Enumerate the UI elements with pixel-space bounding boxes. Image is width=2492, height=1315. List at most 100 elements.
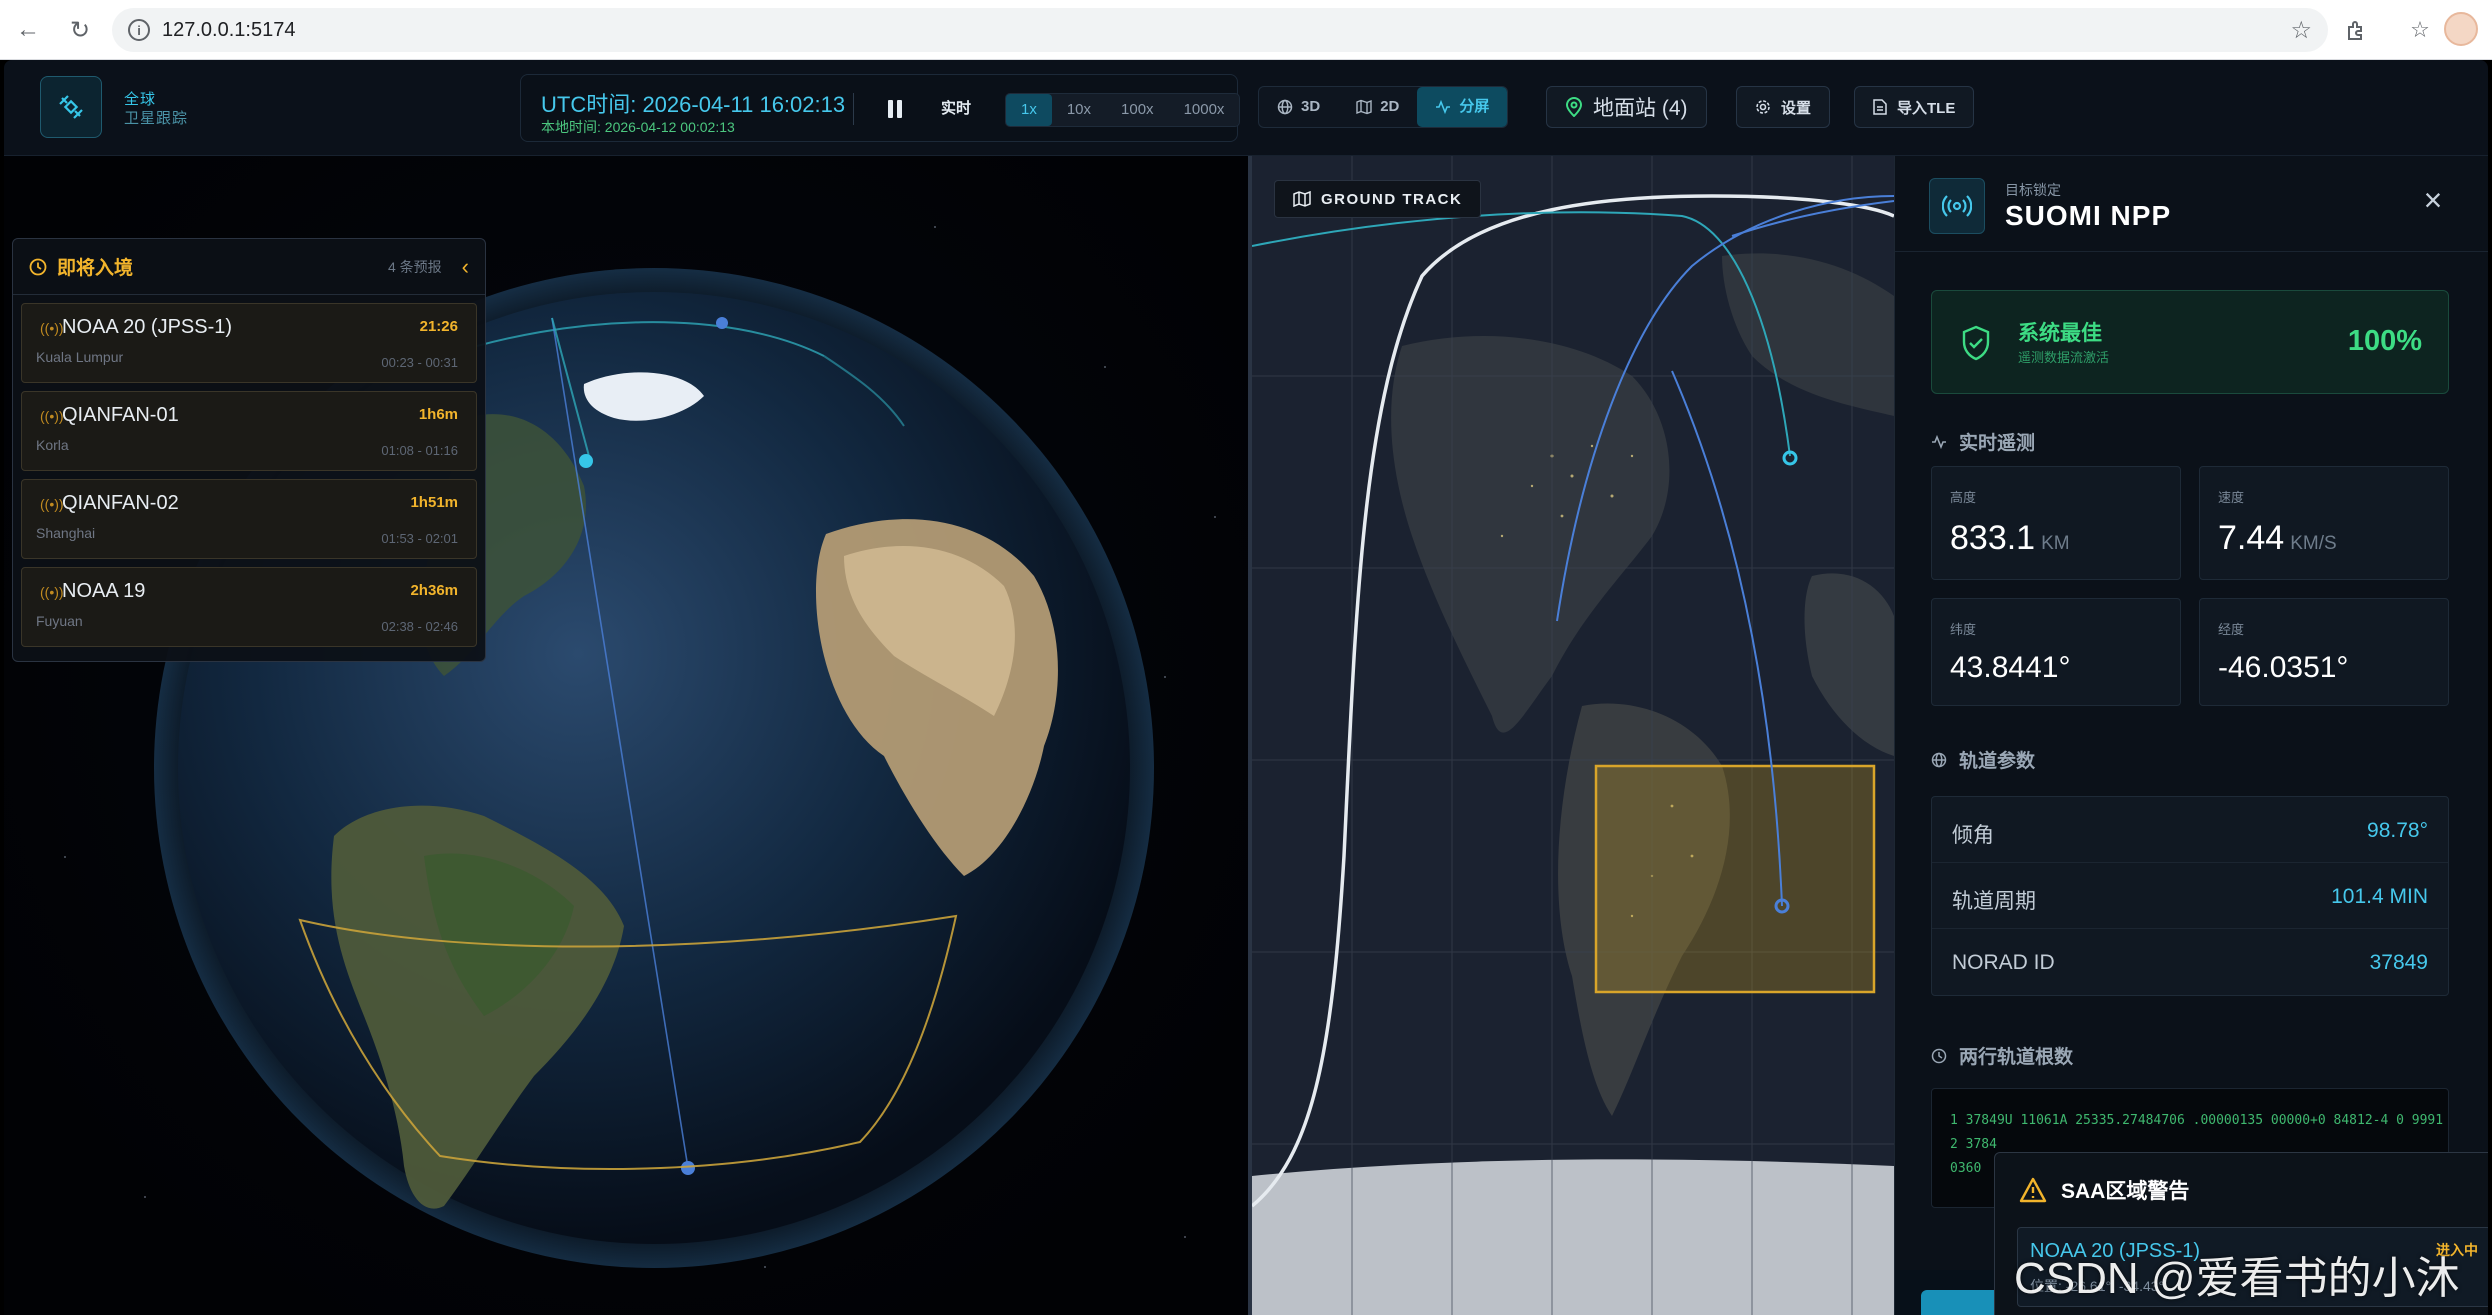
pass-satellite-name: NOAA 20 (JPSS-1) bbox=[62, 316, 233, 338]
pass-satellite-name: QIANFAN-02 bbox=[62, 492, 179, 514]
activity-icon bbox=[1436, 99, 1451, 115]
orbit-title: 轨道参数 bbox=[1959, 751, 2036, 772]
view-mode-selector: 3D 2D 分屏 bbox=[1258, 86, 1509, 128]
globe-icon bbox=[1277, 99, 1293, 115]
telemetry-latitude: 纬度 43.8441° bbox=[1931, 598, 2181, 706]
map-icon bbox=[1293, 191, 1311, 207]
ground-track-text: GROUND TRACK bbox=[1321, 190, 1463, 208]
view-3d-label: 3D bbox=[1301, 98, 1321, 115]
list-item[interactable]: ((•)) NOAA 19 Fuyuan 2h36m 02:38 - 02:46 bbox=[21, 567, 477, 647]
speed-1000x-button[interactable]: 1000x bbox=[1169, 94, 1240, 126]
speed-selector: 1x 10x 100x 1000x bbox=[1005, 93, 1241, 127]
file-icon bbox=[1873, 99, 1887, 115]
map-pin-icon bbox=[1565, 97, 1583, 117]
tle-section-title: 两行轨道根数 bbox=[1931, 1042, 2073, 1069]
settings-label: 设置 bbox=[1781, 99, 1812, 117]
import-tle-label: 导入TLE bbox=[1897, 99, 1956, 117]
pause-button[interactable] bbox=[881, 95, 909, 123]
status-title: 系统最佳 bbox=[2018, 322, 2102, 345]
param-value: 37849 bbox=[2369, 951, 2428, 974]
satellite-marker bbox=[579, 454, 593, 468]
target-caption: 目标锁定 bbox=[2005, 182, 2061, 198]
antenna-icon: ((•)) bbox=[40, 320, 64, 336]
telemetry-velocity: 速度 7.44 KM/S bbox=[2199, 466, 2449, 580]
brand-line1: 全球 bbox=[124, 91, 157, 108]
target-info-panel: 目标锁定 SUOMI NPP × 系统最佳 遥测数据流激活 100% 实时遥测 … bbox=[1894, 156, 2488, 1315]
clock-icon bbox=[29, 258, 47, 275]
collapse-chevron-icon[interactable]: ‹ bbox=[462, 254, 469, 280]
pass-satellite-name: QIANFAN-01 bbox=[62, 404, 179, 426]
extensions-icon[interactable] bbox=[2340, 14, 2372, 46]
table-row: NORAD ID 37849 bbox=[1932, 929, 2448, 995]
table-row: 轨道周期 101.4 MIN bbox=[1932, 863, 2448, 929]
upcoming-passes-panel: 即将入境 4 条预报 ‹ ((•)) NOAA 20 (JPSS-1) Kual… bbox=[12, 238, 486, 662]
telemetry-section-title: 实时遥测 bbox=[1931, 428, 2035, 455]
list-item[interactable]: ((•)) NOAA 20 (JPSS-1) Kuala Lumpur 21:2… bbox=[21, 303, 477, 383]
antenna-icon: ((•)) bbox=[40, 584, 64, 600]
globe-3d-view[interactable]: 即将入境 4 条预报 ‹ ((•)) NOAA 20 (JPSS-1) Kual… bbox=[4, 156, 1248, 1315]
clock-icon bbox=[1931, 1048, 1947, 1063]
pass-eta: 1h6m bbox=[418, 406, 458, 423]
satellite-signal-icon bbox=[1929, 178, 1985, 234]
upcoming-count: 4 条预报 bbox=[387, 258, 442, 275]
telemetry-longitude: 经度 -46.0351° bbox=[2199, 598, 2449, 706]
address-bar[interactable]: i 127.0.0.1:5174 ☆ bbox=[112, 8, 2328, 52]
telemetry-label: 经度 bbox=[2218, 622, 2245, 637]
saa-header: SAA区域警告 bbox=[2019, 1175, 2189, 1205]
antenna-icon: ((•)) bbox=[40, 496, 64, 512]
watermark-text: CSDN @爱看书的小沐 bbox=[2014, 1254, 2460, 1303]
satellite-logo-icon bbox=[40, 76, 102, 138]
telemetry-label: 纬度 bbox=[1950, 622, 1977, 637]
pass-eta: 2h36m bbox=[410, 582, 458, 599]
app-window: 全球 卫星跟踪 UTC时间: 2026-04-11 16:02:13 本地时间:… bbox=[4, 60, 2488, 1315]
view-split-button[interactable]: 分屏 bbox=[1417, 87, 1508, 127]
ground-stations-button[interactable]: 地面站 (4) bbox=[1546, 86, 1707, 128]
upcoming-header: 即将入境 4 条预报 ‹ bbox=[13, 239, 485, 295]
tle-line1: 1 37849U 11061A 25335.27484706 .00000135… bbox=[1950, 1113, 2444, 1128]
realtime-button[interactable]: 实时 bbox=[941, 97, 971, 118]
pass-eta: 21:26 bbox=[419, 318, 458, 335]
shield-check-icon bbox=[1962, 325, 1990, 361]
map-canvas bbox=[1252, 156, 1894, 1315]
import-tle-button[interactable]: 导入TLE bbox=[1854, 86, 1975, 128]
bookmarks-icon[interactable]: ☆ bbox=[2404, 14, 2436, 46]
speed-1x-button[interactable]: 1x bbox=[1006, 94, 1052, 126]
status-subtitle: 遥测数据流激活 bbox=[2018, 350, 2110, 365]
globe-icon bbox=[1931, 752, 1947, 767]
brand-title: 全球 卫星跟踪 bbox=[124, 90, 188, 128]
view-3d-button[interactable]: 3D bbox=[1259, 87, 1338, 127]
telemetry-altitude: 高度 833.1 KM bbox=[1931, 466, 2181, 580]
activity-icon bbox=[1932, 434, 1946, 449]
ground-track-map[interactable]: GROUND TRACK bbox=[1252, 156, 1894, 1315]
speed-100x-button[interactable]: 100x bbox=[1106, 94, 1169, 126]
site-info-icon[interactable]: i bbox=[128, 19, 150, 41]
list-item[interactable]: ((•)) QIANFAN-01 Korla 1h6m 01:08 - 01:1… bbox=[21, 391, 477, 471]
pass-window: 01:08 - 01:16 bbox=[381, 443, 458, 458]
bookmark-star-icon[interactable]: ☆ bbox=[2290, 16, 2312, 45]
param-label: 倾角 bbox=[1952, 824, 1994, 847]
view-2d-button[interactable]: 2D bbox=[1338, 87, 1417, 127]
tle-title: 两行轨道根数 bbox=[1959, 1047, 2074, 1068]
antenna-icon: ((•)) bbox=[40, 408, 64, 424]
view-split-label: 分屏 bbox=[1459, 98, 1490, 115]
pass-window: 02:38 - 02:46 bbox=[381, 619, 458, 634]
list-item[interactable]: ((•)) QIANFAN-02 Shanghai 1h51m 01:53 - … bbox=[21, 479, 477, 559]
speed-10x-button[interactable]: 10x bbox=[1052, 94, 1106, 126]
map-icon bbox=[1356, 99, 1372, 115]
divider bbox=[853, 93, 854, 125]
pass-satellite-name: NOAA 19 bbox=[62, 580, 146, 602]
antarctica-landmass bbox=[1252, 1159, 1894, 1315]
reload-icon[interactable]: ↻ bbox=[64, 14, 96, 46]
back-arrow-icon[interactable]: ← bbox=[12, 14, 44, 46]
close-icon[interactable]: × bbox=[2417, 184, 2449, 216]
profile-avatar[interactable] bbox=[2444, 12, 2478, 46]
status-value: 100% bbox=[2347, 325, 2422, 357]
telemetry-value: 43.8441° bbox=[1950, 651, 2071, 684]
param-label: 轨道周期 bbox=[1952, 890, 2036, 913]
table-row: 倾角 98.78° bbox=[1932, 797, 2448, 863]
settings-button[interactable]: 设置 bbox=[1736, 86, 1831, 128]
param-label: NORAD ID bbox=[1952, 951, 2055, 974]
system-status-card: 系统最佳 遥测数据流激活 100% bbox=[1931, 290, 2449, 394]
telemetry-label: 高度 bbox=[1950, 490, 1977, 505]
pass-eta: 1h51m bbox=[410, 494, 458, 511]
